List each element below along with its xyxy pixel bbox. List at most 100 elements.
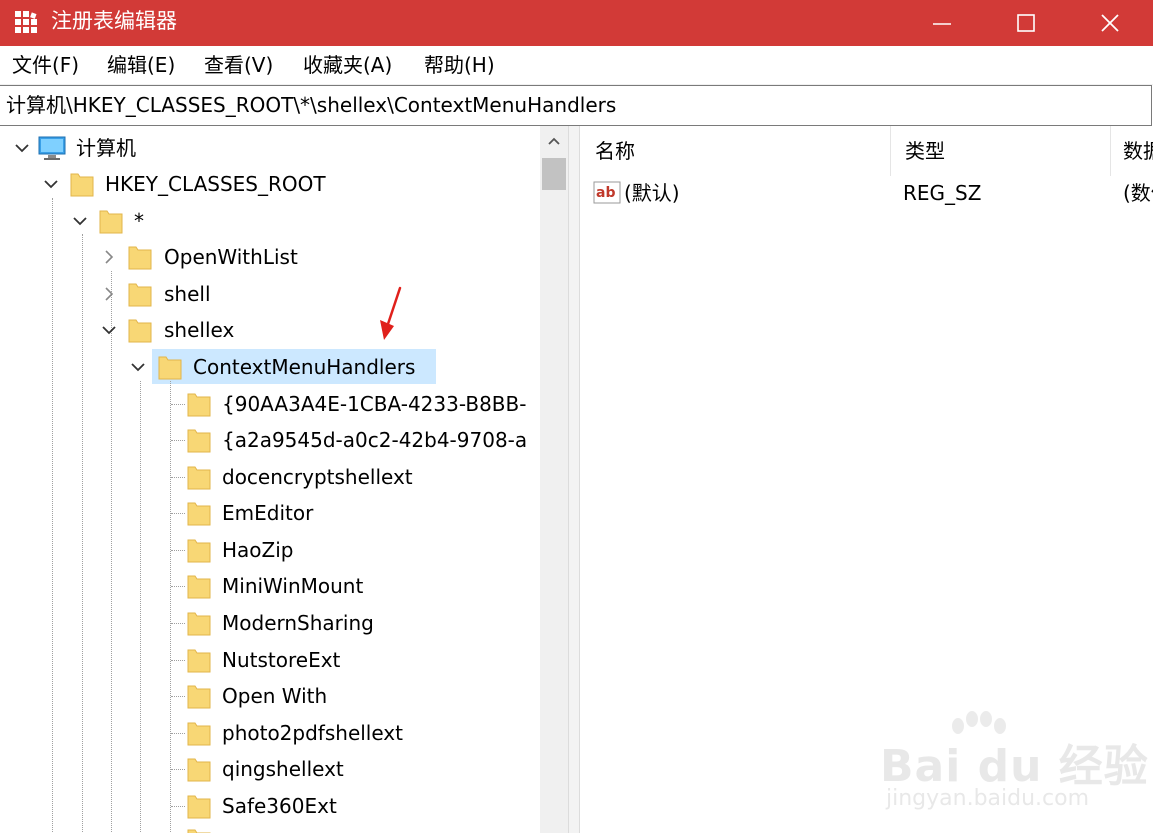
tree-node-label: ModernSharing [222, 611, 374, 635]
folder-icon [70, 173, 94, 197]
value-row[interactable]: ab (默认) REG_SZ (数值未设置) [581, 176, 1153, 210]
tree-node-label: Safe360Ext [222, 794, 337, 818]
tree-scrollbar[interactable] [540, 126, 568, 833]
column-header-type[interactable]: 类型 [891, 126, 1111, 176]
value-type: REG_SZ [903, 181, 982, 205]
chevron-down-icon[interactable] [100, 321, 118, 339]
folder-icon [187, 649, 211, 673]
maximize-button[interactable] [984, 0, 1068, 46]
tree-node-openwithlist[interactable]: OpenWithList [0, 239, 540, 275]
watermark-url: jingyan.baidu.com [886, 786, 1090, 811]
address-path[interactable]: 计算机\HKEY_CLASSES_ROOT\*\shellex\ContextM… [6, 92, 616, 118]
address-bar[interactable]: 计算机\HKEY_CLASSES_ROOT\*\shellex\ContextM… [0, 85, 1152, 126]
chevron-right-icon[interactable] [100, 285, 118, 303]
tree-node-child[interactable]: ModernSharing [0, 605, 540, 641]
tree-node-child[interactable]: photo2pdfshellext [0, 715, 540, 751]
tree-node-child[interactable]: NutstoreExt [0, 642, 540, 678]
menu-bar: 文件(F) 编辑(E) 查看(V) 收藏夹(A) 帮助(H) [0, 46, 1153, 85]
value-name: (默认) [624, 181, 680, 205]
minimize-button[interactable] [900, 0, 984, 46]
scrollbar-thumb[interactable] [542, 158, 566, 190]
chevron-down-icon[interactable] [71, 212, 89, 230]
tree-node-label: docencryptshellext [222, 465, 413, 489]
menu-view[interactable]: 查看(V) [204, 52, 273, 78]
folder-icon [187, 466, 211, 490]
close-button[interactable] [1068, 0, 1152, 46]
computer-icon [38, 136, 66, 160]
folder-icon [187, 575, 211, 599]
pane-splitter[interactable] [568, 126, 580, 833]
tree-node-label: 计算机 [76, 136, 136, 160]
tree-node-label: HaoZip [222, 538, 294, 562]
menu-help[interactable]: 帮助(H) [424, 52, 495, 78]
tree-node-label: Open With [222, 684, 328, 708]
scroll-up-arrow-icon[interactable] [547, 135, 561, 147]
column-header-data[interactable]: 数据 [1111, 126, 1153, 176]
folder-icon [187, 829, 211, 833]
watermark-brand: Bai du 经验 [880, 741, 1149, 792]
tree-node-child[interactable]: docencryptshellext [0, 459, 540, 495]
column-header-name[interactable]: 名称 [581, 126, 891, 176]
tree-node-label: {a2a9545d-a0c2-42b4-9708-a [222, 428, 528, 452]
tree-node-label: EmEditor [222, 501, 314, 525]
close-icon [1101, 14, 1119, 32]
folder-icon [187, 539, 211, 563]
folder-icon [187, 612, 211, 636]
tree-node-child[interactable]: MiniWinMount [0, 568, 540, 604]
folder-icon [128, 319, 152, 343]
tree-node-shell[interactable]: shell [0, 276, 540, 312]
tree-node-label: photo2pdfshellext [222, 721, 403, 745]
tree-node-shellex[interactable]: shellex [0, 312, 540, 348]
tree-node-asterisk[interactable]: * [0, 203, 540, 239]
tree-node-label: ContextMenuHandlers [193, 355, 416, 379]
window-title: 注册表编辑器 [51, 9, 177, 33]
folder-icon [187, 722, 211, 746]
tree-node-child[interactable]: {90AA3A4E-1CBA-4233-B8BB- [0, 386, 540, 422]
tree-node-child[interactable]: Open With [0, 678, 540, 714]
menu-favorites[interactable]: 收藏夹(A) [303, 52, 392, 78]
menu-edit[interactable]: 编辑(E) [107, 52, 175, 78]
folder-icon [128, 283, 152, 307]
value-data: (数值未设置) [1123, 181, 1153, 205]
tree-node-label: HKEY_CLASSES_ROOT [105, 172, 326, 196]
tree-node-label: qingshellext [222, 757, 344, 781]
svg-text:ab: ab [596, 185, 615, 201]
tree-node-child[interactable]: Safe360Ext [0, 788, 540, 824]
tree-node-label: shell [164, 282, 211, 306]
menu-file[interactable]: 文件(F) [12, 52, 79, 78]
tree-node-contextmenuhandlers[interactable]: ContextMenuHandlers [0, 349, 540, 385]
annotation-arrow-icon [380, 286, 402, 340]
tree-node-label: {90AA3A4E-1CBA-4233-B8BB- [222, 392, 527, 416]
folder-icon [128, 246, 152, 270]
tree-node-label: * [134, 209, 144, 233]
folder-icon [187, 429, 211, 453]
folder-icon [187, 685, 211, 709]
tree-node-child[interactable]: HaoZip [0, 532, 540, 568]
folder-icon [187, 393, 211, 417]
tree-node-child[interactable]: {a2a9545d-a0c2-42b4-9708-a [0, 422, 540, 458]
folder-icon [187, 502, 211, 526]
maximize-icon [1017, 14, 1035, 32]
title-bar: 注册表编辑器 [0, 0, 1153, 46]
column-header: 名称 类型 数据 [581, 126, 1153, 176]
chevron-down-icon[interactable] [42, 175, 60, 193]
folder-icon [158, 356, 182, 380]
folder-icon [99, 210, 123, 234]
tree-node-child[interactable]: EmEditor [0, 495, 540, 531]
watermark-logo: Bai du 经验 jingyan.baidu.com [880, 710, 1148, 820]
chevron-down-icon[interactable] [129, 358, 147, 376]
tree-node-label: shellex [164, 318, 235, 342]
tree-node-hkey-classes-root[interactable]: HKEY_CLASSES_ROOT [0, 166, 540, 202]
tree-node-label: MiniWinMount [222, 574, 364, 598]
tree-node-child[interactable]: qingshellext [0, 751, 540, 787]
key-tree[interactable]: 计算机 HKEY_CLASSES_ROOT * OpenWithList she… [0, 126, 568, 833]
string-value-icon: ab [593, 181, 621, 204]
minimize-icon [933, 23, 951, 25]
tree-node-label: OpenWithList [164, 245, 298, 269]
registry-editor-app-icon [15, 11, 37, 33]
chevron-down-icon[interactable] [13, 139, 31, 157]
chevron-right-icon[interactable] [100, 248, 118, 266]
tree-node-computer[interactable]: 计算机 [0, 130, 540, 166]
folder-icon [187, 795, 211, 819]
tree-node-label: NutstoreExt [222, 648, 341, 672]
